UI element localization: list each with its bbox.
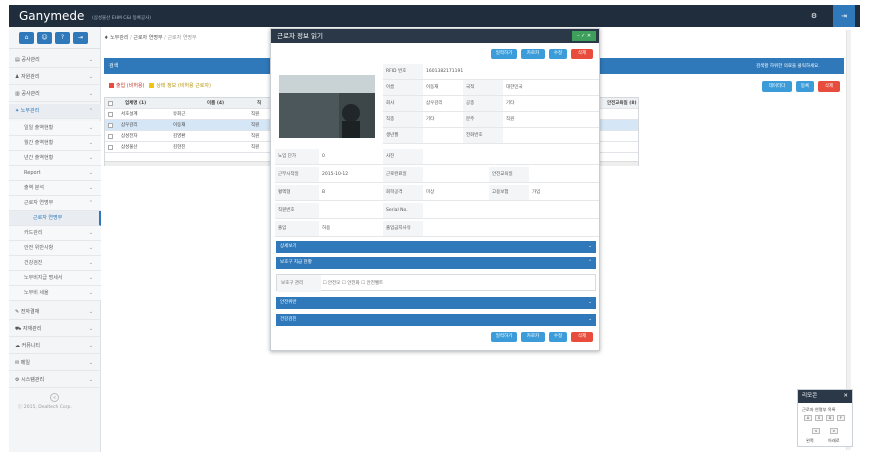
sidebar-item-construction[interactable]: ▥ 공사관리 ⌄ <box>9 87 101 102</box>
chevron-down-icon: ⌄ <box>88 91 93 97</box>
sidebar-subitem-current[interactable]: 근로자 연명부 <box>9 211 101 226</box>
chat-icon: ☁ <box>15 343 22 349</box>
sidebar-subitem[interactable]: 일일 출역현황 ⌄ <box>9 121 101 136</box>
remote-widget: 리모콘 ✕ 근로자 연명부 목록 A S D F < > 왼쪽 아래로 <box>797 389 853 447</box>
page-scrollbar[interactable] <box>846 30 851 450</box>
help-icon[interactable]: ? <box>55 32 70 44</box>
sidebar-item-mail[interactable]: ✉ 메일 ⌄ <box>9 356 101 371</box>
sidebar-item-project[interactable]: ▤ 공사관리 ⌄ <box>9 53 101 68</box>
row-checkbox[interactable] <box>108 145 113 150</box>
sidebar-subitem[interactable]: 근로자 연명부 ⌃ <box>9 196 101 211</box>
safety-section-toggle[interactable]: 안전위반 ⌄ <box>276 297 596 309</box>
app-title: Ganymede <box>19 9 85 23</box>
edit-card-button[interactable]: 카로카 <box>521 49 545 59</box>
row-checkbox[interactable] <box>108 112 113 117</box>
gear-icon[interactable]: ⚙ <box>809 11 819 21</box>
rfid-value: 1601382171191 <box>423 64 599 80</box>
select-all-checkbox[interactable] <box>108 101 113 106</box>
row-checkbox[interactable] <box>108 123 113 128</box>
work-type-value: 기타 <box>503 96 599 112</box>
sidebar-subitem[interactable]: 안전 위반사항 ⌄ <box>9 241 101 256</box>
sidebar-subitem[interactable]: 월간 출역현황 ⌄ <box>9 136 101 151</box>
breadcrumb-home[interactable]: 노무관리 <box>110 35 128 41</box>
chevron-down-icon: ⌄ <box>88 74 93 80</box>
sidebar-item-community[interactable]: ☁ 커뮤니티 ⌄ <box>9 339 101 354</box>
breadcrumb-level2[interactable]: 근로자 연명부 <box>133 35 162 41</box>
sidebar-subitem[interactable]: 카드관리 ⌄ <box>9 226 101 241</box>
modify-button-bottom[interactable]: 수정 <box>549 332 567 342</box>
app-subtitle: (삼성물산 EHM C&I 등록공사) <box>92 16 152 21</box>
division-value: 직원 <box>503 112 599 128</box>
worker-info-modal: 근로자 정보 읽기 – ✓ ✕ 일력하기 카로카 수정 삭제 RFID 번호 1… <box>270 28 600 351</box>
sidebar-item-approval[interactable]: ✎ 전자결재 ⌄ <box>9 305 101 320</box>
protect-section-toggle[interactable]: 보호구 지급 현황 ⌃ <box>276 257 596 269</box>
access-value: 허용 <box>319 221 383 237</box>
worker-photo <box>279 75 375 138</box>
legend-red-square <box>109 83 114 88</box>
health-section-toggle[interactable]: 건강검진 ⌄ <box>276 314 596 326</box>
remote-header: 리모콘 ✕ <box>798 390 852 403</box>
company-value: 삼우감리 <box>423 96 463 112</box>
sidebar-subitem[interactable]: 건강검진 ⌄ <box>9 256 101 271</box>
job-value: 기타 <box>423 112 463 128</box>
panel-title: 검색 <box>109 63 119 69</box>
nationality-value: 대한민국 <box>503 80 599 96</box>
protect-section-body: 보호구 관리 ☐ 안전모 ☐ 안전화 ☐ 안전벨트 <box>276 274 596 292</box>
detail-section-toggle[interactable]: 상세보기 ⌄ <box>276 241 596 253</box>
sidebar-item-resource[interactable]: ♟ 자원관리 ⌄ <box>9 70 101 85</box>
add-button[interactable]: 등록 <box>796 81 814 92</box>
delete-button[interactable]: 삭제 <box>571 49 593 59</box>
print-button[interactable]: 일력하기 <box>491 49 517 59</box>
start-date-value: 2015-10-12 <box>319 167 383 183</box>
breadcrumb-current: 근로자 연명부 <box>167 35 197 41</box>
logout-icon[interactable]: ⇥ <box>73 32 88 44</box>
sidebar-subitem[interactable]: 노무비지급 명세서 ⌄ <box>9 271 101 286</box>
legend: 출입 (비허용) 상태 정보 (비허용 근로자) <box>109 82 211 89</box>
sidebar-item-labor[interactable]: ✦ 노무관리 ⌃ <box>9 104 101 119</box>
breadcrumb: ♦ 노무관리 / 근로자 연명부 / 근로자 연명부 <box>104 35 197 41</box>
footer-copyright: ⓒ 2015, Dealtech Corp. <box>18 405 72 410</box>
sidebar-item-system[interactable]: ⚙ 시스템관리 ⌄ <box>9 373 101 388</box>
chevron-down-icon: ⌄ <box>588 317 592 322</box>
top-bar: Ganymede (삼성물산 EHM C&I 등록공사) ⚙ ⇥ <box>9 5 860 27</box>
sidebar-subitem[interactable]: 노무비 세율 ⌄ <box>9 286 101 301</box>
sidebar-subitem[interactable]: 출역 분석 ⌄ <box>9 181 101 196</box>
collapse-sidebar-icon[interactable]: « <box>50 393 59 402</box>
sidebar-item-material[interactable]: ⛟ 자재관리 ⌄ <box>9 322 101 337</box>
user-icon[interactable]: ☺ <box>37 32 52 44</box>
panel-hint: 검색할 하위한 의료을 클릭하세요. <box>756 64 820 69</box>
chevron-down-icon: ⌄ <box>588 300 592 305</box>
chevron-up-icon: ⌃ <box>88 108 93 114</box>
logout-icon[interactable]: ⇥ <box>833 5 855 27</box>
delete-button-bottom[interactable]: 삭제 <box>571 332 593 342</box>
wage-value: 0 <box>319 149 383 165</box>
chevron-down-icon: ⌄ <box>588 244 592 249</box>
edit-card-button-bottom[interactable]: 카로카 <box>521 332 545 342</box>
truck-icon: ⛟ <box>15 326 23 332</box>
window-controls[interactable]: – ✓ ✕ <box>572 31 596 41</box>
name-value: 이동재 <box>423 80 463 96</box>
sidebar-subitem[interactable]: 년간 출역현황 ⌄ <box>9 151 101 166</box>
close-icon[interactable]: ✕ <box>843 390 848 403</box>
field-label: RFID 번호 <box>383 64 423 80</box>
home-icon[interactable]: ⌂ <box>19 32 34 44</box>
chevron-down-icon: ⌄ <box>88 57 93 63</box>
sidebar-subitem[interactable]: Report ⌄ <box>9 166 101 181</box>
row-checkbox[interactable] <box>108 134 113 139</box>
insurance-value: 가입 <box>529 185 599 201</box>
legend-yellow-square <box>149 83 155 88</box>
modal-title: 근로자 정보 읽기 <box>277 32 323 40</box>
modify-button[interactable]: 수정 <box>549 49 567 59</box>
blood-type-value: B <box>319 185 383 201</box>
delete-button[interactable]: 삭제 <box>818 81 840 92</box>
chevron-up-icon: ⌃ <box>588 260 592 265</box>
download-button[interactable]: 데이터다 <box>762 81 792 92</box>
print-button-bottom[interactable]: 일력하기 <box>491 332 517 342</box>
modal-header: 근로자 정보 읽기 – ✓ ✕ <box>271 29 599 43</box>
